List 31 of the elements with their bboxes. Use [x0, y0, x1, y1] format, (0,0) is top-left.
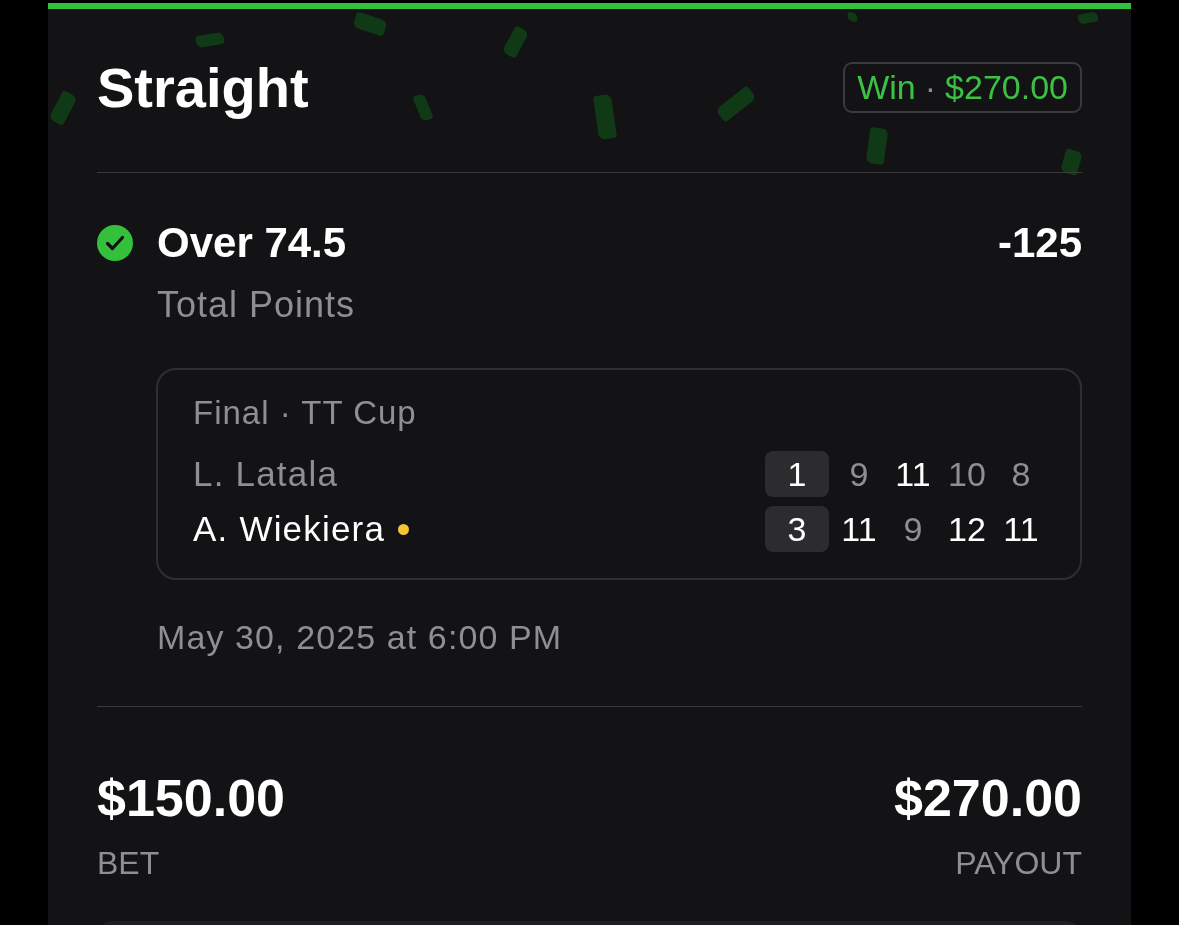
odds-value: -125: [997, 218, 1082, 268]
result-amount: $270.00: [945, 68, 1068, 107]
market-label: Total Points: [157, 284, 356, 326]
game-score: 11: [894, 454, 932, 495]
game-score: 9: [902, 509, 924, 550]
confetti-piece: [1077, 11, 1099, 25]
event-status: Final · TT Cup: [193, 393, 417, 433]
amount-value: $150.00: [97, 768, 285, 829]
bet-type-title: Straight: [97, 55, 309, 121]
confetti-piece: [865, 126, 889, 166]
amount-value: $270.00: [894, 768, 1082, 829]
game-score: 10: [947, 454, 987, 495]
confetti-piece: [845, 11, 860, 23]
event-date: May 30, 2025 at 6:00 PM: [157, 617, 563, 657]
separator-dot: ·: [924, 68, 937, 107]
player-name: L. Latala: [193, 453, 339, 495]
confetti-piece: [195, 31, 225, 49]
confetti-piece: [1060, 148, 1083, 176]
game-score: 12: [947, 509, 987, 550]
game-score: 8: [1010, 454, 1032, 495]
result-status: Win: [857, 68, 916, 107]
amount-label: PAYOUT: [955, 844, 1082, 883]
game-score: 11: [1002, 509, 1040, 550]
sets-score: 1: [765, 451, 829, 497]
pick-label: Over 74.5: [157, 218, 347, 268]
amount-label: BET: [97, 844, 160, 883]
confetti-piece: [593, 93, 617, 141]
game-score: 9: [848, 454, 870, 495]
player-name: A. Wiekiera: [193, 508, 386, 550]
sets-score: 3: [765, 506, 829, 552]
game-score: 11: [840, 509, 878, 550]
